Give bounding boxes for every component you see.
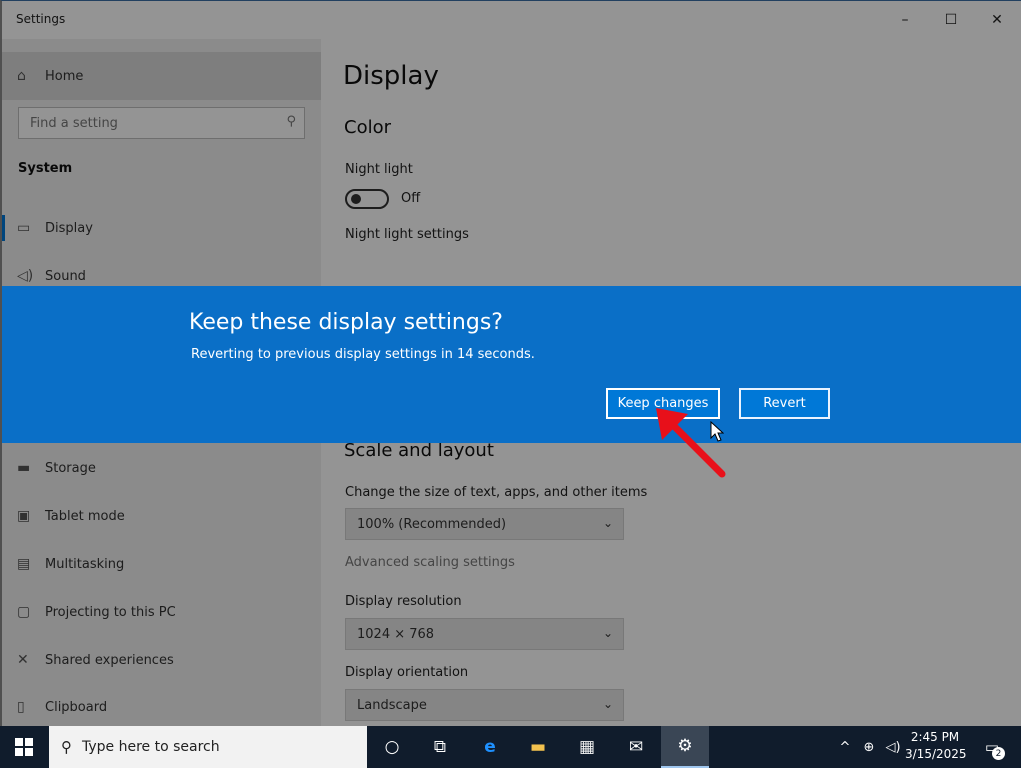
settings-icon[interactable]: ⚙ xyxy=(661,726,709,768)
edge-icon[interactable]: e xyxy=(466,726,514,768)
system-clock[interactable]: 2:45 PM 3/15/2025 xyxy=(905,729,967,763)
store-icon[interactable]: ▦ xyxy=(563,726,611,768)
windows-logo-icon xyxy=(15,738,33,756)
start-button[interactable] xyxy=(0,726,48,768)
taskbar-search-box[interactable]: ⚲ Type here to search xyxy=(49,726,367,768)
notification-badge: 2 xyxy=(992,747,1005,760)
network-icon[interactable]: ⊕ xyxy=(858,726,880,768)
mouse-pointer-icon xyxy=(710,421,724,442)
task-view-icon[interactable]: ⧉ xyxy=(416,726,464,768)
revert-button[interactable]: Revert xyxy=(739,388,830,419)
taskbar: ⚲ Type here to search ○ ⧉ e ▬ ▦ ✉ ⚙ ^ ⊕ … xyxy=(0,726,1021,768)
volume-icon[interactable]: ◁) xyxy=(882,726,904,768)
clock-date: 3/15/2025 xyxy=(905,747,967,761)
keep-settings-dialog: Keep these display settings? Reverting t… xyxy=(2,286,1021,443)
mail-icon[interactable]: ✉ xyxy=(612,726,660,768)
file-explorer-icon[interactable]: ▬ xyxy=(514,726,562,768)
dialog-message: Reverting to previous display settings i… xyxy=(191,347,535,362)
show-hidden-icons-icon[interactable]: ^ xyxy=(836,726,854,768)
cortana-icon[interactable]: ○ xyxy=(368,726,416,768)
clock-time: 2:45 PM xyxy=(910,730,960,744)
dialog-title: Keep these display settings? xyxy=(189,310,503,335)
taskbar-search-text: Type here to search xyxy=(82,739,220,755)
annotation-arrow-icon xyxy=(656,408,726,478)
search-icon: ⚲ xyxy=(61,738,72,756)
